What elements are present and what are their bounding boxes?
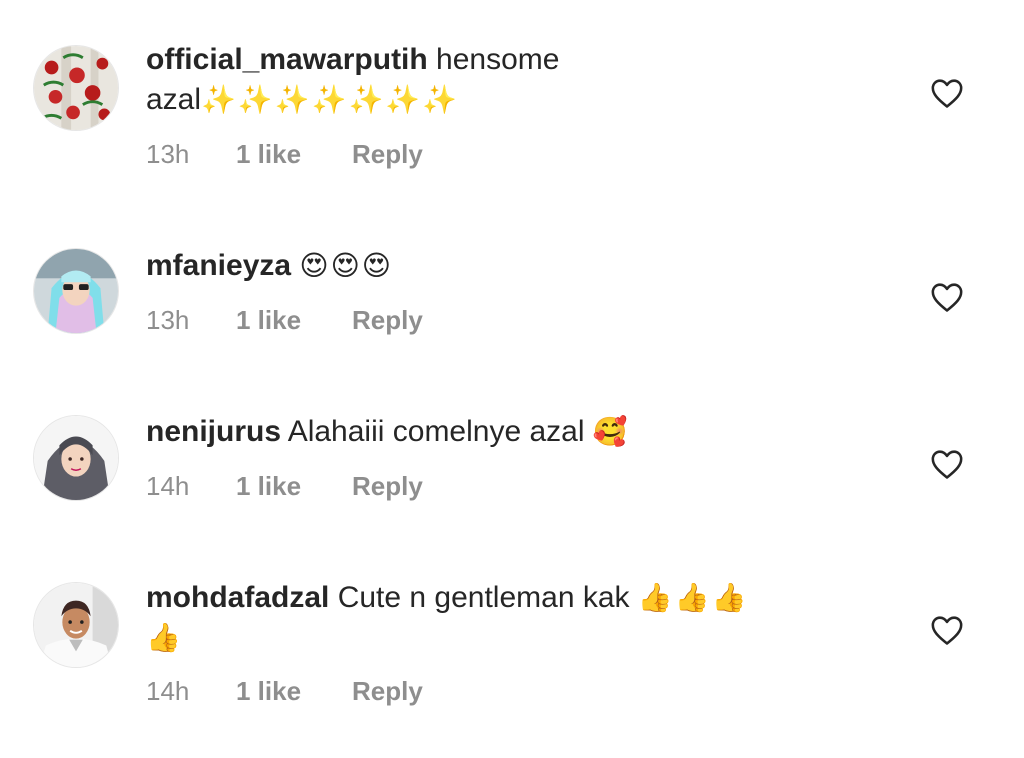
comment-text-line2: 👍 (146, 618, 846, 658)
comment-text: mohdafadzal Cute n gentleman kak 👍👍👍 (146, 578, 846, 618)
comment-body: nenijurus Alahaiii comelnye azal 🥰 (146, 412, 846, 452)
heart-icon[interactable] (930, 281, 964, 313)
comment-username[interactable]: mohdafadzal (146, 581, 329, 614)
comment-text-line2: azal✨✨✨✨✨✨✨ (146, 80, 846, 120)
heart-icon[interactable] (930, 614, 964, 646)
comment-likes-count[interactable]: 1 like (236, 303, 352, 337)
comment-body: mohdafadzal Cute n gentleman kak 👍👍👍 👍 (146, 578, 846, 658)
comment-meta: 13h 1 like Reply (146, 137, 423, 171)
comment-likes-count[interactable]: 1 like (236, 469, 352, 503)
sparkles-emoji: ✨✨✨✨✨✨✨ (201, 84, 460, 115)
avatar-image (34, 46, 118, 130)
thumbs-up-emoji-line2: 👍 (146, 622, 183, 653)
comment-likes-count[interactable]: 1 like (236, 137, 352, 171)
comment-username[interactable]: nenijurus (146, 415, 281, 448)
comment-timestamp: 14h (146, 676, 190, 706)
comment-timestamp: 13h (146, 305, 190, 335)
smiling-hearts-emoji: 🥰 (592, 416, 630, 447)
comment-content: Alahaiii comelnye azal (281, 415, 593, 448)
reply-button[interactable]: Reply (352, 674, 423, 708)
comment-content: hensome (427, 43, 560, 76)
thumbs-up-emoji: 👍👍👍 (637, 582, 749, 613)
heart-icon[interactable] (930, 448, 964, 480)
avatar-image (34, 416, 118, 500)
comment-content: Cute n gentleman kak (329, 581, 638, 614)
comment-body: official_mawarputih hensome azal✨✨✨✨✨✨✨ (146, 40, 846, 120)
avatar[interactable] (33, 582, 119, 668)
comment-username[interactable]: official_mawarputih (146, 43, 428, 76)
avatar[interactable] (33, 248, 119, 334)
reply-button[interactable]: Reply (352, 137, 423, 171)
avatar[interactable] (33, 45, 119, 131)
comment-likes-count[interactable]: 1 like (236, 674, 352, 708)
reply-button[interactable]: Reply (352, 303, 423, 337)
comment-meta: 13h 1 like Reply (146, 303, 423, 337)
avatar-image (34, 583, 118, 667)
comment-content-line2: azal (146, 83, 202, 116)
heart-eyes-emoji: 😍😍😍 (299, 250, 393, 281)
heart-icon[interactable] (930, 77, 964, 109)
avatar-image (34, 249, 118, 333)
comment-meta: 14h 1 like Reply (146, 674, 423, 708)
comment-text: official_mawarputih hensome (146, 40, 846, 80)
comment-text: mfanieyza 😍😍😍 (146, 246, 846, 286)
avatar[interactable] (33, 415, 119, 501)
comment-timestamp: 14h (146, 471, 190, 501)
comment-body: mfanieyza 😍😍😍 (146, 246, 846, 286)
comment-username[interactable]: mfanieyza (146, 249, 291, 282)
reply-button[interactable]: Reply (352, 469, 423, 503)
comment-meta: 14h 1 like Reply (146, 469, 423, 503)
comment-timestamp: 13h (146, 139, 190, 169)
comment-text: nenijurus Alahaiii comelnye azal 🥰 (146, 412, 846, 452)
